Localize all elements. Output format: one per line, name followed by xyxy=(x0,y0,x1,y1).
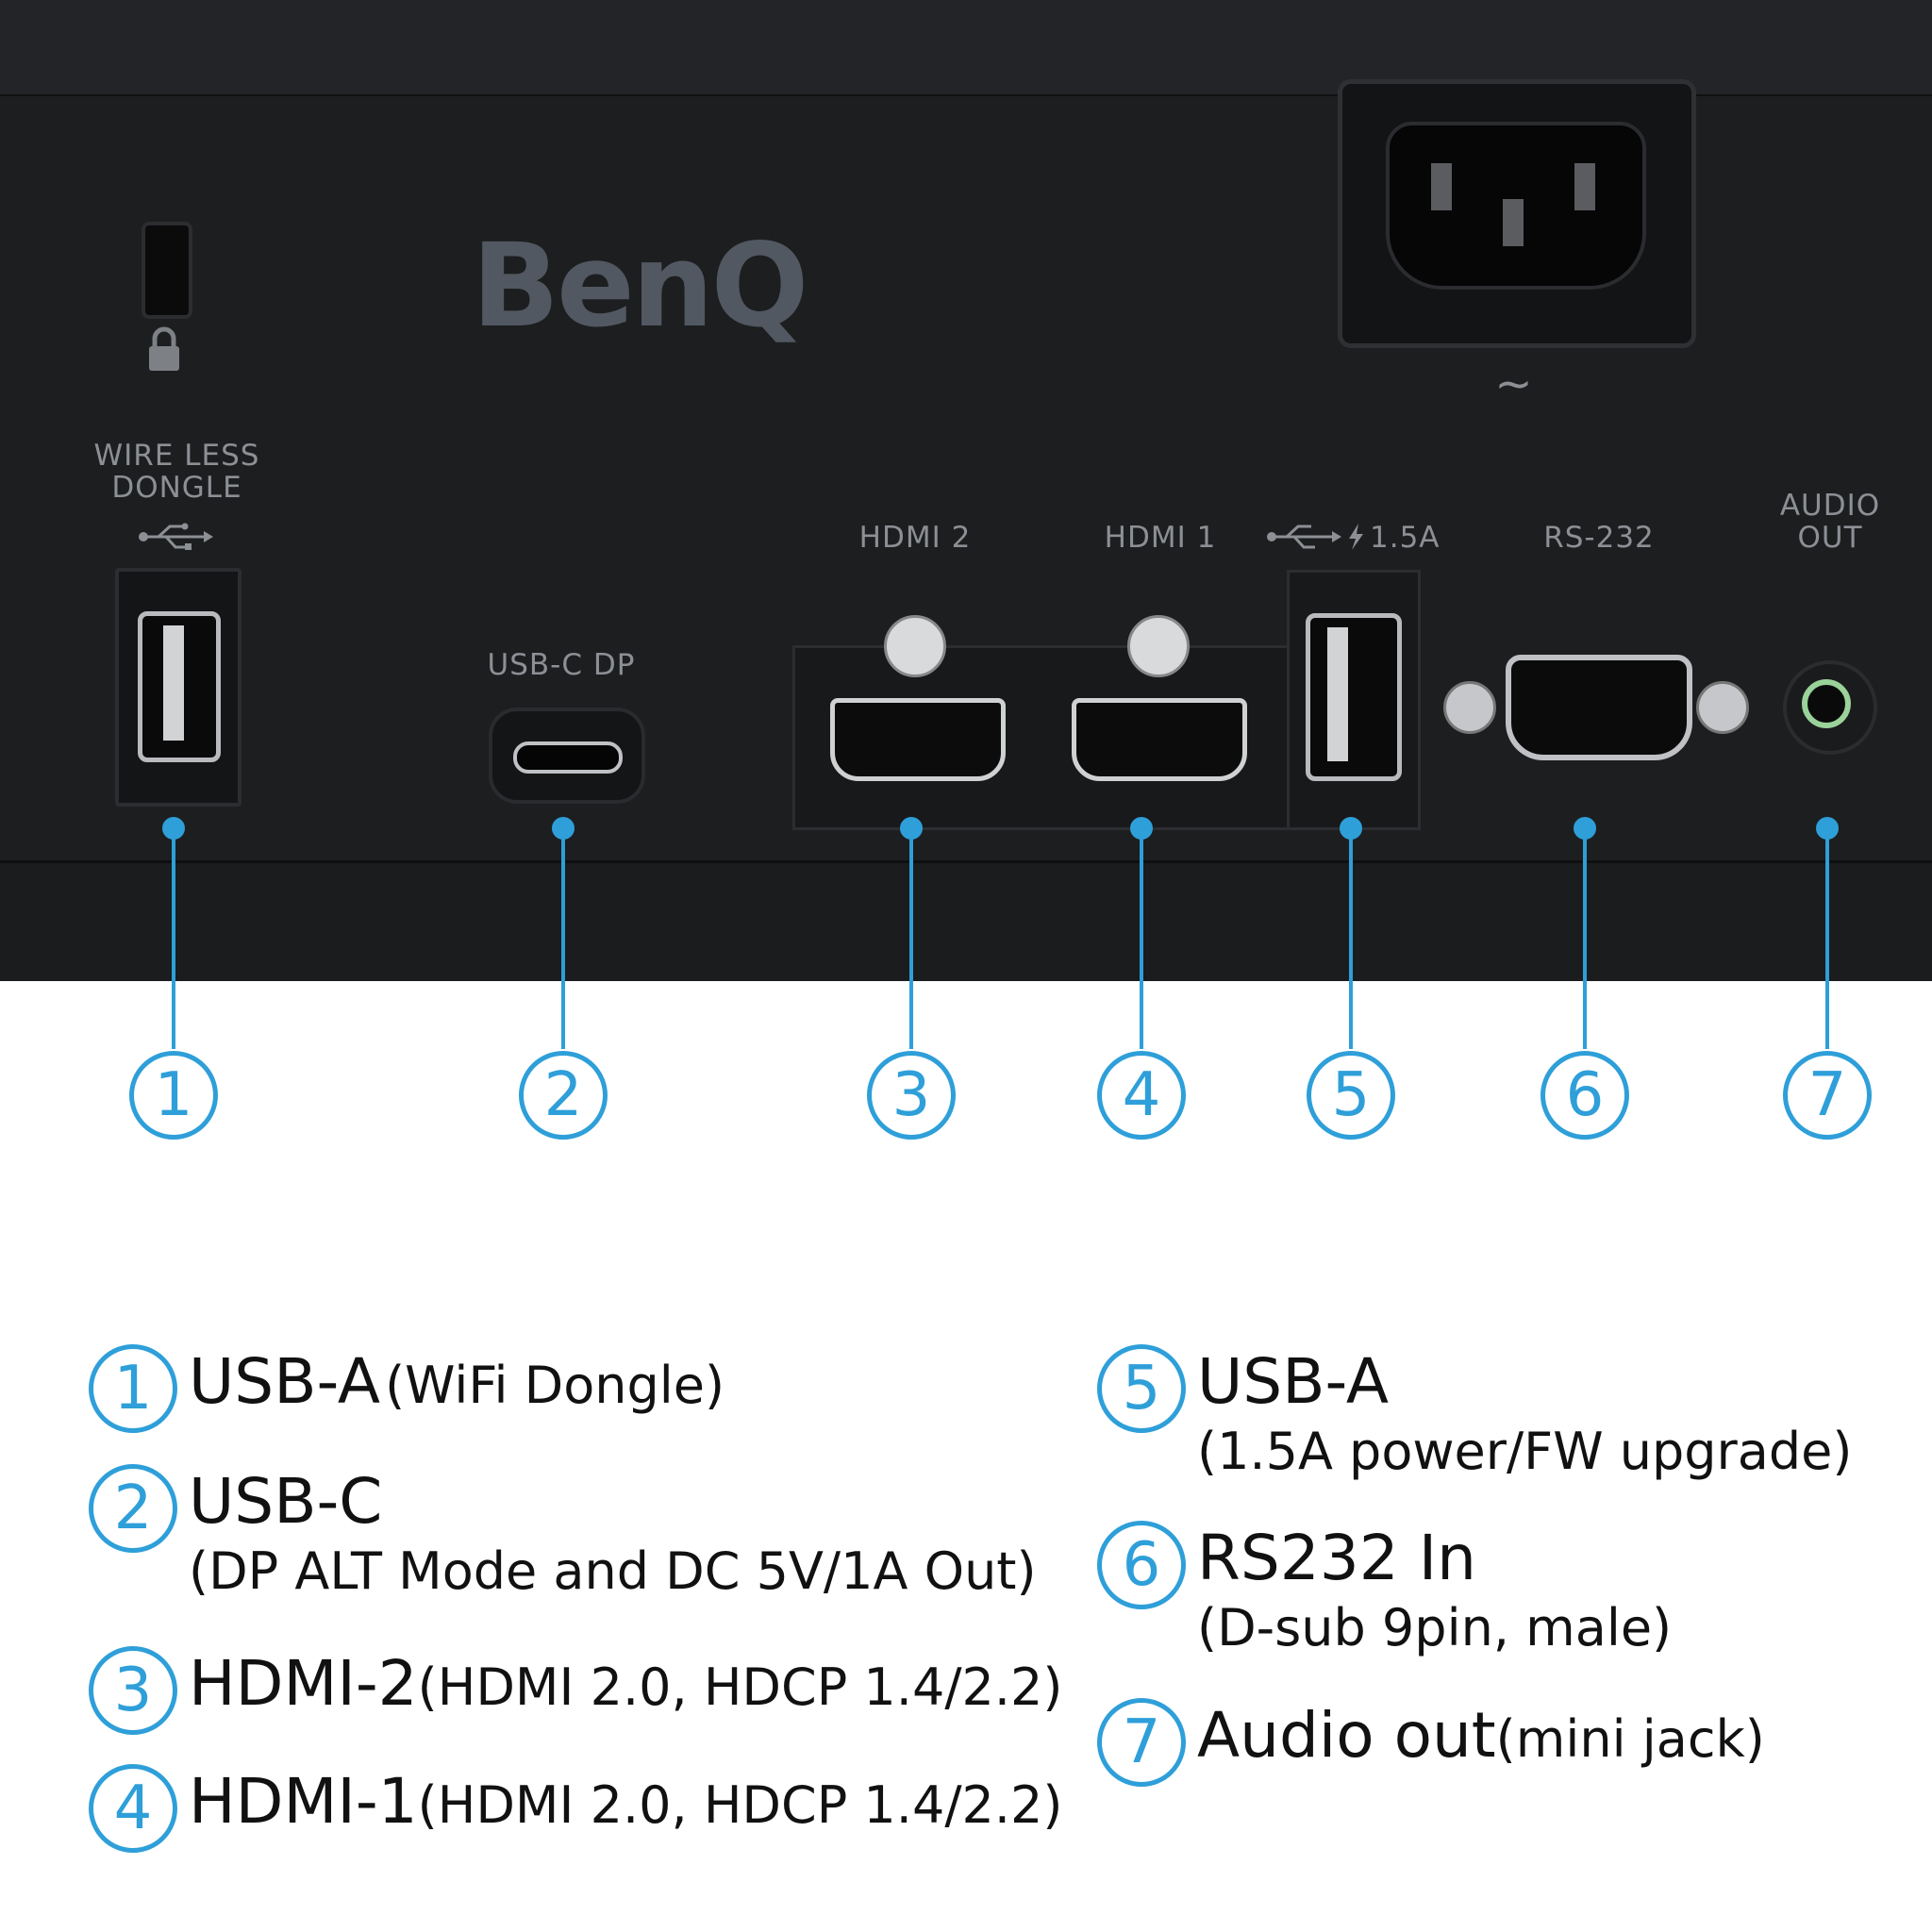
legend-title-5: USB-A xyxy=(1197,1345,1389,1418)
legend-item-2: 2 USB-C (DP ALT Mode and DC 5V/1A Out) xyxy=(89,1464,1037,1604)
legend-title-4: HDMI-1 xyxy=(189,1765,418,1838)
legend-title-7: Audio out xyxy=(1197,1699,1496,1772)
legend-number-5: 5 xyxy=(1097,1344,1186,1433)
callout-number-6: 6 xyxy=(1541,1051,1629,1140)
legend-sub-2: (DP ALT Mode and DC 5V/1A Out) xyxy=(189,1541,1037,1601)
legend-title-2: USB-C xyxy=(189,1465,383,1538)
legend-title-1: USB-A xyxy=(189,1345,380,1418)
legend-item-1: 1 USB-A (WiFi Dongle) xyxy=(89,1344,724,1433)
callout-number-5: 5 xyxy=(1307,1051,1395,1140)
callout-number-1: 1 xyxy=(129,1051,218,1140)
legend-sub-7: (mini jack) xyxy=(1495,1709,1765,1769)
legend-item-4: 4 HDMI-1(HDMI 2.0, HDCP 1.4/2.2) xyxy=(89,1764,1062,1853)
legend-sub-4: (HDMI 2.0, HDCP 1.4/2.2) xyxy=(417,1775,1063,1835)
legend-title-3: HDMI-2 xyxy=(189,1647,418,1720)
legend-sub-3: (HDMI 2.0, HDCP 1.4/2.2) xyxy=(417,1657,1063,1717)
legend-number-7: 7 xyxy=(1097,1698,1186,1787)
legend-number-4: 4 xyxy=(89,1764,177,1853)
legend-item-7: 7 Audio out(mini jack) xyxy=(1097,1698,1765,1787)
callout-number-7: 7 xyxy=(1783,1051,1872,1140)
callout-number-4: 4 xyxy=(1097,1051,1186,1140)
legend-sub-5: (1.5A power/FW upgrade) xyxy=(1197,1422,1853,1481)
legend-number-3: 3 xyxy=(89,1646,177,1735)
legend-item-6: 6 RS232 In (D-sub 9pin, male) xyxy=(1097,1521,1672,1660)
callout-number-3: 3 xyxy=(867,1051,956,1140)
legend-number-1: 1 xyxy=(89,1344,177,1433)
legend-number-6: 6 xyxy=(1097,1521,1186,1609)
legend-number-2: 2 xyxy=(89,1464,177,1553)
legend-title-6: RS232 In xyxy=(1197,1522,1477,1594)
legend-item-5: 5 USB-A (1.5A power/FW upgrade) xyxy=(1097,1344,1852,1484)
legend-sub-6: (D-sub 9pin, male) xyxy=(1197,1598,1673,1657)
legend-sub-1: (WiFi Dongle) xyxy=(385,1356,725,1415)
callout-number-2: 2 xyxy=(519,1051,608,1140)
legend-item-3: 3 HDMI-2(HDMI 2.0, HDCP 1.4/2.2) xyxy=(89,1646,1062,1735)
